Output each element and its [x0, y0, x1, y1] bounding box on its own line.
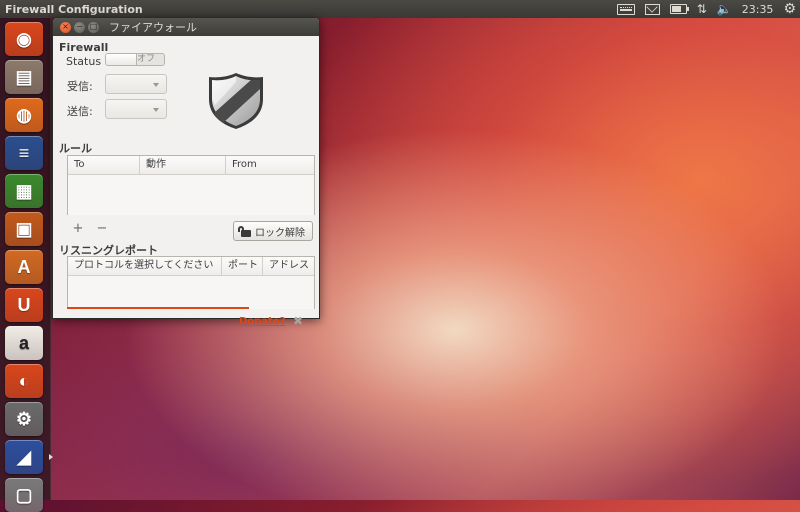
rules-col-to[interactable]: To [68, 156, 140, 174]
launcher-item-firewall[interactable]: ◢ [5, 440, 43, 474]
rules-table-body [68, 175, 314, 215]
incoming-label: 受信: [67, 80, 93, 93]
report-progress-bar [67, 307, 249, 309]
chevron-down-icon [153, 83, 159, 87]
rules-col-from[interactable]: From [226, 156, 314, 174]
libreoffice-calc-icon: ▦ [15, 180, 33, 201]
amazon-icon: a [18, 332, 29, 353]
indicators: ⇅ 🔈 23:35 ⚙ [616, 2, 796, 16]
launcher-item-libreoffice-calc[interactable]: ▦ [5, 174, 43, 208]
volume-icon[interactable]: 🔈 [717, 3, 732, 15]
report-col-protocol[interactable]: プロトコルを選択してください [68, 257, 222, 275]
unlock-button[interactable]: ロック解除 [233, 221, 313, 241]
keyboard-icon[interactable] [616, 3, 635, 15]
rules-table[interactable]: To 動作 From [67, 155, 315, 215]
unlock-label: ロック解除 [255, 227, 305, 239]
launcher-item-software-center[interactable]: A [5, 250, 43, 284]
launcher-item-files[interactable]: ▤ [5, 60, 43, 94]
add-rule-button[interactable]: + [71, 221, 85, 236]
status-label: Status [66, 55, 102, 68]
status-state: オフ [136, 54, 155, 64]
mail-icon[interactable] [644, 3, 660, 15]
outgoing-label: 送信: [67, 105, 93, 118]
incoming-combo[interactable] [105, 74, 167, 94]
launcher-item-ubuntu-one[interactable]: U [5, 288, 43, 322]
libreoffice-writer-icon: ≡ [18, 142, 30, 163]
launcher-item-dash-home[interactable]: ◉ [5, 22, 43, 56]
launcher: ◉ ▤ ◍ ≡ ▦ ▣ A Ua ◐ ⚙ ◢ ▢ [0, 18, 53, 512]
launcher-item-system-settings[interactable]: ⚙ [5, 402, 43, 436]
launcher-item-libreoffice-impress[interactable]: ▣ [5, 212, 43, 246]
firewall-heading: Firewall [59, 41, 109, 54]
app-title: Firewall Configuration [5, 2, 143, 16]
rules-col-action[interactable]: 動作 [140, 156, 226, 174]
gear-icon[interactable]: ⚙ [783, 2, 796, 16]
switch-knob[interactable] [106, 54, 137, 65]
report-col-port[interactable]: ポート [222, 257, 263, 275]
close-icon[interactable]: ✖ [293, 314, 303, 328]
dash-home-icon: ◉ [16, 28, 32, 49]
report-table[interactable]: プロトコルを選択してください ポート アドレス [67, 256, 315, 309]
firewall-window: × − □ ファイアウォール Firewall Status オフ 受信: 送信… [52, 17, 320, 328]
firefox-icon: ◍ [16, 104, 32, 125]
launcher-item-ubuntu-one-music[interactable]: ◐ [5, 364, 43, 398]
shield-icon [209, 73, 263, 129]
window-close-button[interactable]: × [60, 21, 71, 33]
system-settings-icon: ⚙ [15, 408, 33, 429]
report-table-body [68, 276, 314, 309]
window-titlebar[interactable]: × − □ ファイアウォール [53, 18, 319, 36]
window-maximize-button[interactable]: □ [88, 21, 99, 33]
running-indicator [49, 454, 53, 460]
status-switch[interactable]: オフ [105, 53, 165, 66]
outgoing-combo[interactable] [105, 99, 167, 119]
libreoffice-impress-icon: ▣ [15, 218, 33, 239]
donate-link[interactable]: Donate? [239, 316, 285, 327]
window-title: ファイアウォール [109, 21, 197, 34]
software-center-icon: A [17, 256, 31, 277]
launcher-item-amazon[interactable]: a [5, 326, 43, 360]
battery-icon[interactable] [669, 4, 689, 14]
launcher-item-libreoffice-writer[interactable]: ≡ [5, 136, 43, 170]
files-icon: ▤ [15, 66, 33, 87]
trash-icon: ▢ [15, 484, 33, 505]
report-table-header: プロトコルを選択してください ポート アドレス [68, 257, 314, 276]
window-minimize-button[interactable]: − [74, 21, 85, 33]
launcher-item-trash[interactable]: ▢ [5, 478, 43, 512]
ubuntu-one-music-icon: ◐ [18, 370, 30, 391]
network-icon[interactable]: ⇅ [697, 3, 707, 15]
chevron-down-icon [153, 108, 159, 112]
unlock-icon [238, 225, 251, 237]
top-panel: Firewall Configuration ⇅ 🔈 23:35 ⚙ [0, 0, 800, 18]
window-content: Firewall Status オフ 受信: 送信: ルール To 動作 Fro… [53, 37, 319, 328]
report-col-address[interactable]: アドレス [263, 257, 314, 275]
clock[interactable]: 23:35 [742, 3, 774, 16]
rules-table-header: To 動作 From [68, 156, 314, 175]
launcher-item-firefox[interactable]: ◍ [5, 98, 43, 132]
remove-rule-button[interactable]: − [95, 221, 109, 236]
rules-heading: ルール [59, 142, 92, 155]
ubuntu-one-icon: U [17, 294, 31, 315]
firewall-icon: ◢ [17, 446, 31, 467]
